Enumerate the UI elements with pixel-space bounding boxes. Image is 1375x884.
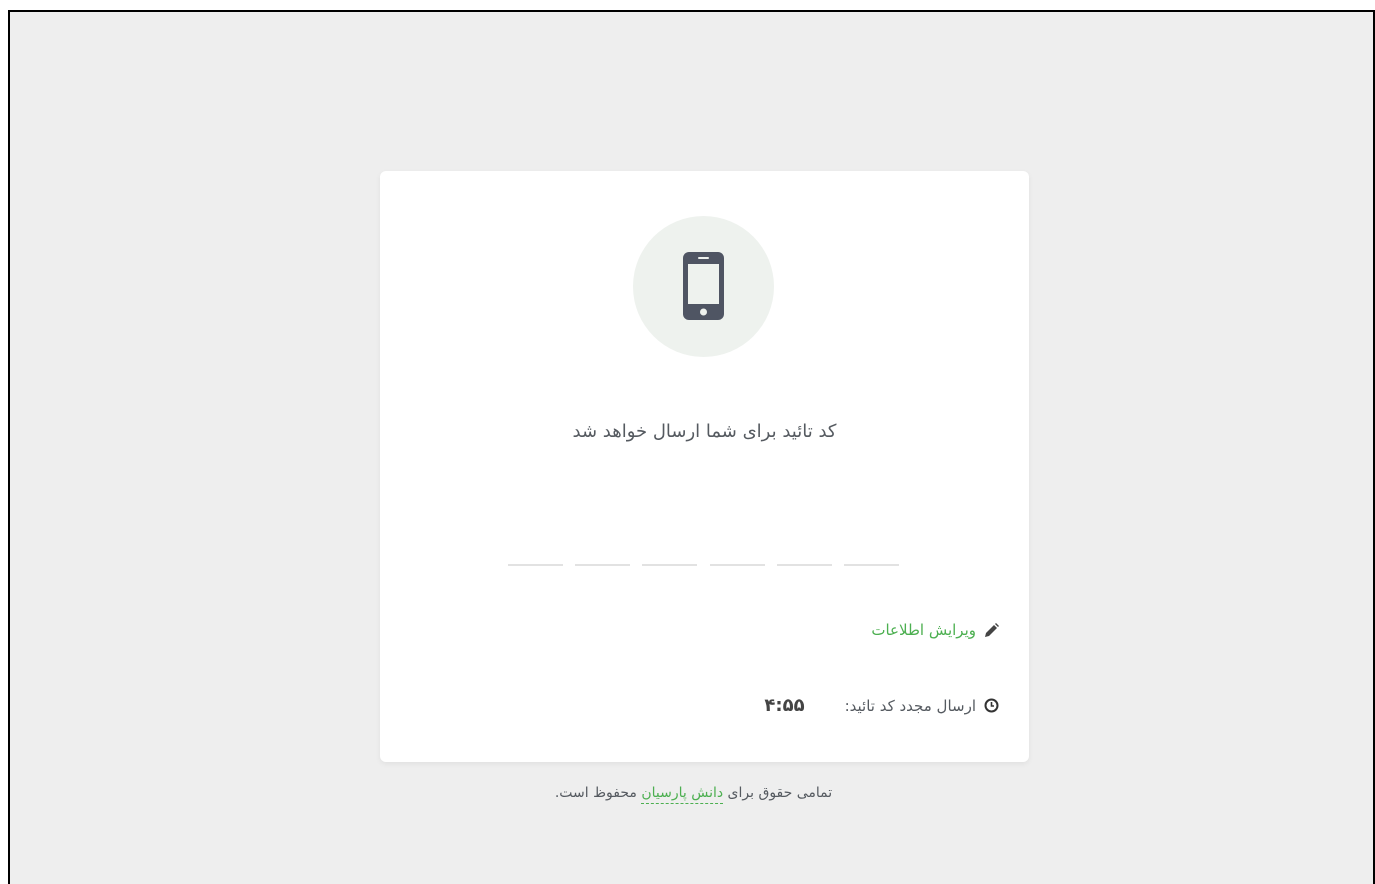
edit-info-label: ویرایش اطلاعات (871, 621, 976, 639)
otp-digit-4[interactable] (710, 554, 765, 566)
otp-digit-1[interactable] (508, 554, 563, 566)
otp-digit-5[interactable] (777, 554, 832, 566)
otp-digit-3[interactable] (642, 554, 697, 566)
edit-info-link[interactable]: ویرایش اطلاعات (871, 621, 999, 639)
otp-digit-2[interactable] (575, 554, 630, 566)
otp-digit-6[interactable] (844, 554, 899, 566)
footer-prefix: تمامی حقوق برای (727, 785, 833, 801)
footer-suffix: محفوظ است. (554, 785, 637, 801)
verification-title: کد تائید برای شما ارسال خواهد شد (572, 421, 837, 442)
page-frame: کد تائید برای شما ارسال خواهد شد ویرایش … (8, 10, 1375, 884)
resend-timer: ۴:۵۵ (764, 695, 805, 716)
copyright-footer: تمامی حقوق برای دانش پارسیان محفوظ است. (10, 785, 1375, 804)
resend-code-row: ارسال مجدد کد تائید: ۴:۵۵ (764, 695, 999, 716)
verification-card: کد تائید برای شما ارسال خواهد شد ویرایش … (380, 171, 1029, 762)
brand-link[interactable]: دانش پارسیان (641, 785, 724, 804)
otp-code-input (508, 554, 908, 566)
icon-circle (633, 216, 774, 357)
resend-label: ارسال مجدد کد تائید: (844, 696, 976, 715)
pencil-icon (985, 622, 999, 637)
mobile-phone-icon (683, 252, 724, 320)
clock-icon (984, 698, 999, 713)
